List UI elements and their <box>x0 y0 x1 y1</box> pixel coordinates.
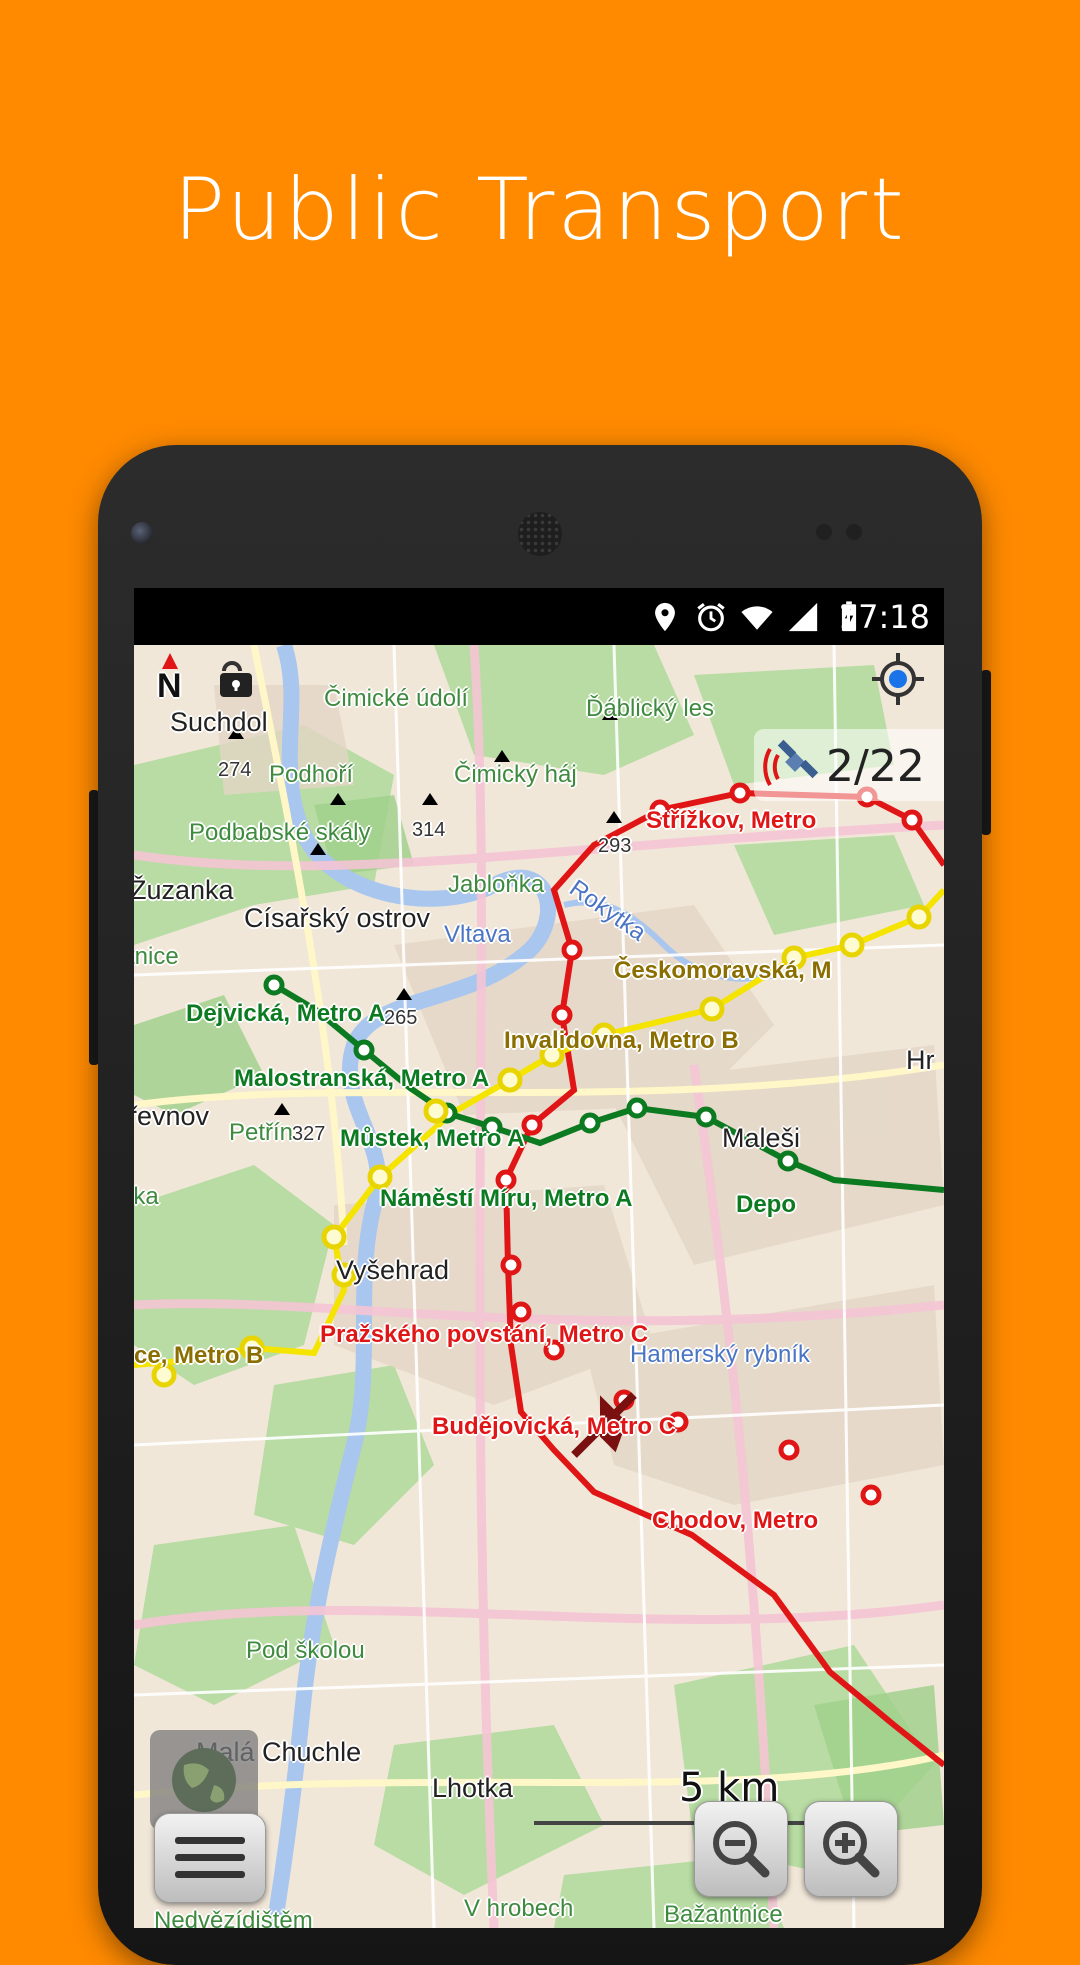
light-sensor <box>846 524 862 540</box>
location-icon <box>655 602 675 632</box>
nature-label: Pod školou <box>246 1637 365 1664</box>
elevation-label: 293 <box>598 835 632 857</box>
station-label[interactable]: Českomoravská, M <box>614 957 831 985</box>
compass[interactable]: N <box>152 651 188 707</box>
map-view[interactable]: Suchdol Podhoří Čimický háj Čimické údol… <box>134 645 944 1928</box>
station-label[interactable]: Náměstí Míru, Metro A <box>380 1185 632 1213</box>
zoom-in-button[interactable] <box>804 1801 898 1897</box>
station-label[interactable]: Pražského povstání, Metro C <box>320 1321 648 1349</box>
place-label: tnice <box>134 943 179 970</box>
menu-button[interactable] <box>154 1813 266 1903</box>
signal-icon <box>788 602 818 632</box>
station-label[interactable]: Střížkov, Metro <box>646 807 816 835</box>
front-camera <box>131 522 153 544</box>
gps-status[interactable]: 2/22 <box>754 729 944 801</box>
place-label: Podhoří <box>269 761 354 788</box>
zoom-out-button[interactable] <box>694 1801 788 1897</box>
place-label: Bažantnice <box>664 1901 783 1928</box>
station-label[interactable]: Invalidovna, Metro B <box>504 1027 739 1055</box>
elevation-label: 314 <box>412 819 446 841</box>
zoom-out-icon <box>713 1821 770 1878</box>
station-label[interactable]: Můstek, Metro A <box>340 1125 524 1153</box>
satellite-count: 2/22 <box>826 741 925 792</box>
place-label: Ďáblický les <box>586 695 715 722</box>
station-label[interactable]: Budějovická, Metro C <box>432 1413 676 1441</box>
nature-label: Jabloňka <box>448 871 545 898</box>
place-label: lka <box>134 1183 159 1210</box>
power-button <box>981 670 991 835</box>
place-label: Hr <box>906 1045 935 1075</box>
screen: 17:18 Suchdol Podhoří Čimický háj Čimick… <box>134 588 944 1928</box>
place-label: Čimické údolí <box>324 685 469 712</box>
elevation-label: 265 <box>384 1007 418 1029</box>
water-label: Vltava <box>444 921 511 948</box>
elevation-label: 327 <box>292 1123 326 1145</box>
elevation-label: 274 <box>218 759 252 781</box>
crosshair-icon <box>872 653 924 705</box>
nature-label: Petřín <box>229 1119 294 1146</box>
earpiece-speaker <box>518 512 562 556</box>
station-label[interactable]: Dejvická, Metro A <box>186 1000 385 1028</box>
place-label: Maleši <box>722 1123 801 1153</box>
zoom-in-icon <box>823 1821 880 1878</box>
place-label: řevnov <box>134 1101 210 1131</box>
satellite-icon <box>763 739 819 786</box>
place-label: Čimický háj <box>454 761 577 788</box>
wifi-icon <box>741 606 773 630</box>
water-label: Hamerský rybník <box>630 1341 811 1368</box>
proximity-sensor <box>816 524 832 540</box>
nature-label: V hrobech <box>464 1895 574 1922</box>
alarm-icon <box>697 603 725 632</box>
place-label: Žuzanka <box>134 875 234 905</box>
globe-icon <box>172 1748 236 1812</box>
station-label[interactable]: Depo <box>736 1191 796 1219</box>
status-bar: 17:18 <box>134 588 944 645</box>
clock: 17:18 <box>837 598 930 636</box>
station-label[interactable]: Chodov, Metro <box>652 1507 818 1535</box>
hamburger-icon <box>175 1837 245 1878</box>
headline: Public Transport <box>173 160 907 260</box>
nature-label: Podbabské skály <box>189 819 371 846</box>
place-label: Císařský ostrov <box>244 903 431 933</box>
station-label[interactable]: ce, Metro B <box>134 1342 263 1370</box>
station-label[interactable]: Malostranská, Metro A <box>234 1065 489 1093</box>
place-label: Vyšehrad <box>336 1255 450 1285</box>
locate-me-button[interactable] <box>870 651 926 707</box>
place-label: Suchdol <box>170 707 268 737</box>
lock-icon[interactable] <box>218 657 254 699</box>
place-label: Lhotka <box>432 1773 514 1803</box>
compass-north-letter: N <box>157 667 182 705</box>
place-label: Nedvězídištěm <box>154 1907 313 1928</box>
